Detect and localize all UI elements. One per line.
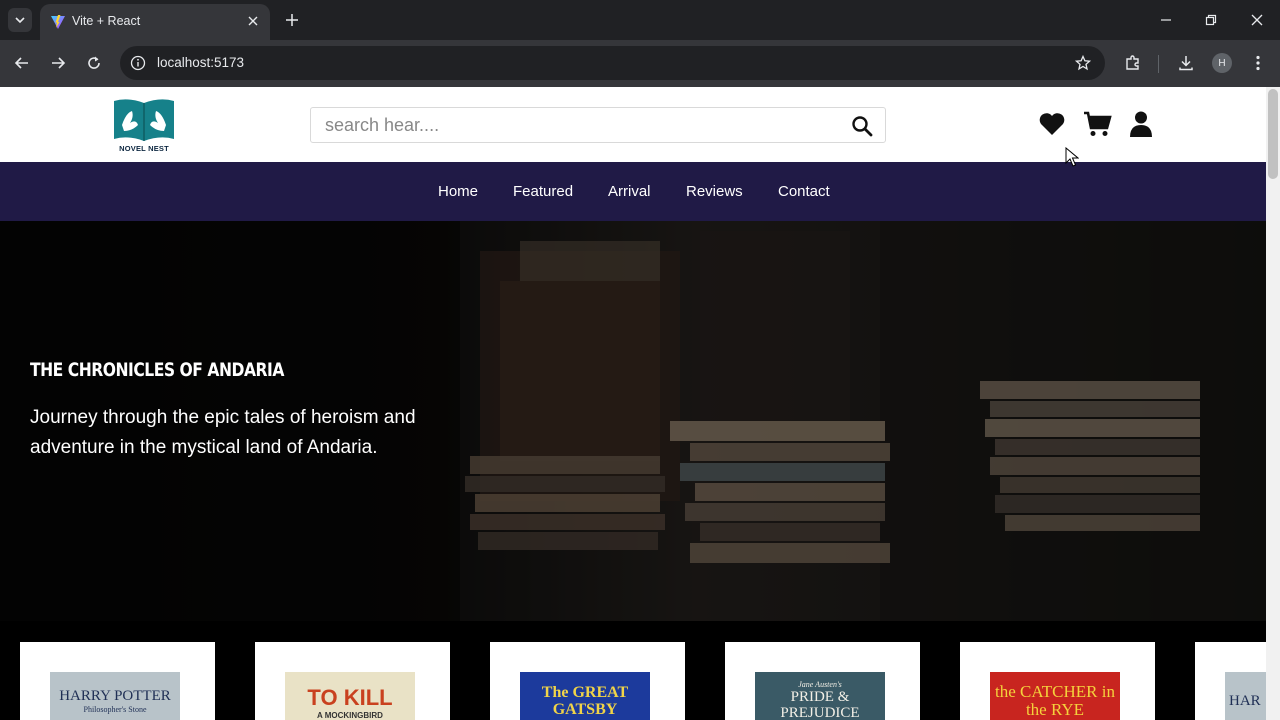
cart-icon[interactable] <box>1082 109 1112 139</box>
browser-tab-bar: Vite + React <box>0 0 1280 40</box>
close-icon <box>248 16 258 26</box>
arrow-left-icon <box>14 57 28 69</box>
book-cover-title: PRIDE & PREJUDICE <box>780 688 860 720</box>
plus-icon <box>286 14 298 26</box>
logo-text: NOVEL NEST <box>119 144 169 153</box>
nav-arrival[interactable]: Arrival <box>608 183 651 200</box>
puzzle-icon <box>1126 55 1139 70</box>
vite-logo-icon <box>51 15 65 29</box>
more-vertical-icon <box>1256 55 1260 71</box>
page-scrollbar[interactable] <box>1266 87 1280 720</box>
address-bar[interactable]: localhost:5173 <box>120 46 1105 80</box>
restore-button[interactable] <box>1196 6 1226 34</box>
search-input[interactable] <box>325 114 825 136</box>
downloads-button[interactable] <box>1174 51 1198 75</box>
book-cover-title: TO KILL <box>307 684 393 710</box>
site-logo[interactable]: NOVEL NEST <box>112 95 176 155</box>
browser-menu-button[interactable] <box>1246 51 1270 75</box>
book-card[interactable]: the CATCHER in the RYE <box>960 642 1155 720</box>
forward-button[interactable] <box>46 51 70 75</box>
book-cover-title: HAR <box>1229 692 1261 709</box>
book-cover-title: The GREAT GATSBY <box>541 684 629 718</box>
book-cover-title: the CATCHER in the RYE <box>995 682 1115 719</box>
close-window-button[interactable] <box>1242 6 1272 34</box>
book-card[interactable]: The GREAT GATSBY <box>490 642 685 720</box>
bookmark-star-icon[interactable] <box>1073 53 1093 73</box>
main-navbar: Home Featured Arrival Reviews Contact <box>0 162 1266 221</box>
address-url[interactable]: localhost:5173 <box>157 55 244 70</box>
book-cover-subtitle: Philosopher's Stone <box>83 705 147 714</box>
book-cover: TO KILL A MOCKINGBIRD <box>285 672 415 720</box>
search-box <box>310 107 886 143</box>
minimize-icon <box>1161 19 1171 21</box>
tab-title: Vite + React <box>72 14 141 28</box>
browser-tab-active[interactable]: Vite + React <box>40 4 270 40</box>
profile-avatar[interactable]: H <box>1212 53 1232 73</box>
new-tab-button[interactable] <box>281 9 303 31</box>
restore-icon <box>1205 14 1217 26</box>
heart-icon[interactable] <box>1037 109 1067 139</box>
scrollbar-thumb[interactable] <box>1268 89 1278 179</box>
book-cover-subtitle: A MOCKINGBIRD <box>317 710 383 720</box>
site-info-icon[interactable] <box>128 53 148 73</box>
search-icon[interactable] <box>851 115 873 137</box>
book-cover: The GREAT GATSBY <box>520 672 650 720</box>
chevron-down-icon <box>15 17 25 24</box>
reload-button[interactable] <box>82 51 106 75</box>
book-cover-title: HARRY POTTER <box>59 688 171 704</box>
book-cover: Jane Austen's PRIDE & PREJUDICE <box>755 672 885 720</box>
book-card[interactable]: HAR <box>1195 642 1266 720</box>
book-cards-row: HARRY POTTER Philosopher's Stone TO KILL… <box>0 642 1266 720</box>
book-card[interactable]: HARRY POTTER Philosopher's Stone <box>20 642 215 720</box>
hero-banner: THE CHRONICLES OF ANDARIA Journey throug… <box>0 221 1266 621</box>
book-card[interactable]: Jane Austen's PRIDE & PREJUDICE <box>725 642 920 720</box>
book-cover: the CATCHER in the RYE <box>990 672 1120 720</box>
tab-close-button[interactable] <box>244 12 262 30</box>
arrow-right-icon <box>52 57 66 69</box>
book-card[interactable]: TO KILL A MOCKINGBIRD <box>255 642 450 720</box>
tab-search-button[interactable] <box>8 8 32 32</box>
extensions-button[interactable] <box>1121 51 1145 75</box>
close-icon <box>1251 14 1263 26</box>
nav-home[interactable]: Home <box>438 183 478 200</box>
download-icon <box>1179 56 1193 71</box>
reload-icon <box>88 56 100 69</box>
book-cover: HARRY POTTER Philosopher's Stone <box>50 672 180 720</box>
hero-title: THE CHRONICLES OF ANDARIA <box>30 359 284 381</box>
user-icon[interactable] <box>1126 109 1156 139</box>
toolbar-separator <box>1158 55 1159 73</box>
nav-contact[interactable]: Contact <box>778 183 830 200</box>
open-book-logo-icon <box>114 99 174 141</box>
back-button[interactable] <box>10 51 34 75</box>
hero-description: Journey through the epic tales of herois… <box>30 407 416 458</box>
page-viewport: NOVEL NEST Home Featured Arrival Reviews <box>0 87 1280 720</box>
nav-reviews[interactable]: Reviews <box>686 183 743 200</box>
minimize-button[interactable] <box>1151 6 1181 34</box>
book-cover: HAR <box>1225 672 1266 720</box>
browser-toolbar: localhost:5173 <box>0 40 1280 87</box>
mouse-cursor-icon <box>1065 147 1079 167</box>
book-cover-subtitle: Jane Austen's <box>798 679 842 689</box>
nav-featured[interactable]: Featured <box>513 183 573 200</box>
